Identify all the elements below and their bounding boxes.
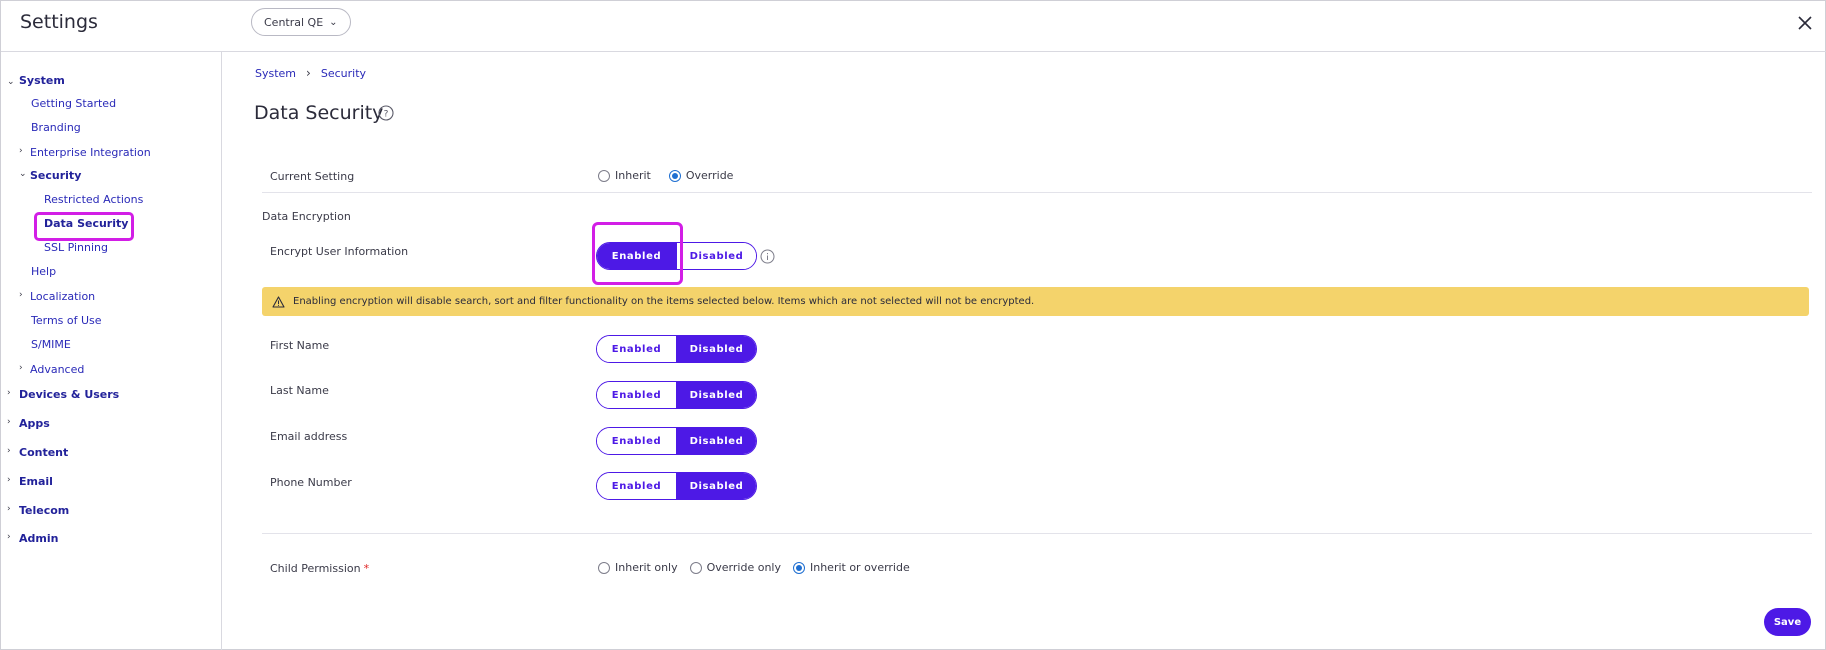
- chevron-right-icon[interactable]: ›: [7, 532, 11, 542]
- warning-icon: [272, 295, 285, 308]
- breadcrumb-security[interactable]: Security: [321, 67, 366, 80]
- sidebar-item-email[interactable]: Email: [19, 475, 53, 488]
- radio-override-only-dot[interactable]: [689, 561, 702, 574]
- sidebar: ⌄ System Getting Started Branding › Ente…: [1, 52, 222, 650]
- current-setting-radio-group: Inherit Override: [598, 169, 733, 182]
- first-name-disabled-button[interactable]: Disabled: [676, 336, 756, 362]
- radio-inherit-only[interactable]: Inherit only: [598, 561, 678, 574]
- field-label-first-name: First Name: [270, 339, 330, 352]
- sidebar-item-branding[interactable]: Branding: [31, 121, 81, 134]
- sidebar-item-ssl-pinning[interactable]: SSL Pinning: [44, 241, 108, 254]
- last-name-toggle: Enabled Disabled: [596, 381, 757, 409]
- field-label-phone-number: Phone Number: [270, 476, 352, 489]
- sidebar-item-apps[interactable]: Apps: [19, 417, 50, 430]
- chevron-down-icon: ⌄: [329, 16, 338, 28]
- first-name-enabled-button[interactable]: Enabled: [597, 336, 676, 362]
- radio-inherit-label: Inherit: [615, 169, 651, 182]
- radio-inherit-only-dot[interactable]: [598, 561, 610, 574]
- encrypt-user-info-label: Encrypt User Information: [270, 245, 409, 258]
- chevron-down-icon[interactable]: ⌄: [19, 169, 27, 179]
- chevron-right-icon[interactable]: ›: [19, 290, 23, 300]
- sidebar-item-advanced[interactable]: Advanced: [30, 363, 84, 376]
- radio-inherit-or-override[interactable]: Inherit or override: [792, 561, 910, 574]
- org-selector[interactable]: Central QE ⌄: [251, 8, 351, 36]
- last-name-enabled-button[interactable]: Enabled: [597, 382, 676, 408]
- encryption-warning-banner: Enabling encryption will disable search,…: [262, 287, 1809, 316]
- radio-inherit-dot[interactable]: [598, 169, 610, 182]
- help-icon[interactable]: ?: [378, 105, 394, 121]
- sidebar-item-terms-of-use[interactable]: Terms of Use: [31, 314, 102, 327]
- radio-inherit-or-override-dot[interactable]: [792, 561, 805, 574]
- close-icon[interactable]: [1793, 11, 1817, 35]
- sidebar-item-restricted-actions[interactable]: Restricted Actions: [44, 193, 143, 206]
- chevron-right-icon[interactable]: ›: [7, 504, 11, 514]
- field-label-last-name: Last Name: [270, 384, 329, 397]
- svg-text:?: ?: [384, 110, 389, 120]
- radio-override-only-label: Override only: [706, 561, 781, 574]
- save-button[interactable]: Save: [1764, 608, 1811, 636]
- email-address-disabled-button[interactable]: Disabled: [676, 428, 756, 454]
- app-title: Settings: [20, 11, 98, 33]
- settings-window: Settings Central QE ⌄ ⌄ System Getting S…: [0, 0, 1826, 650]
- info-icon[interactable]: [760, 249, 775, 264]
- sidebar-item-localization[interactable]: Localization: [30, 290, 95, 303]
- encrypt-highlight: [592, 222, 683, 285]
- encrypt-disabled-button[interactable]: Disabled: [676, 243, 756, 269]
- first-name-toggle: Enabled Disabled: [596, 335, 757, 363]
- email-address-enabled-button[interactable]: Enabled: [597, 428, 676, 454]
- chevron-right-icon[interactable]: ›: [7, 388, 11, 398]
- divider: [262, 533, 1812, 534]
- sidebar-item-content[interactable]: Content: [19, 446, 68, 459]
- phone-number-toggle: Enabled Disabled: [596, 472, 757, 500]
- breadcrumb-system[interactable]: System: [255, 67, 296, 80]
- radio-override-label: Override: [685, 169, 734, 182]
- radio-override-only[interactable]: Override only: [689, 561, 781, 574]
- radio-override-dot[interactable]: [668, 169, 681, 182]
- sidebar-item-telecom[interactable]: Telecom: [19, 504, 69, 517]
- phone-number-enabled-button[interactable]: Enabled: [597, 473, 676, 499]
- page-title: Data Security: [254, 102, 384, 124]
- radio-inherit-or-override-label: Inherit or override: [809, 561, 910, 574]
- org-selector-label: Central QE: [264, 15, 324, 29]
- main-content: System › Security Data Security ? Curren…: [223, 52, 1826, 650]
- sidebar-item-admin[interactable]: Admin: [19, 532, 58, 545]
- radio-override[interactable]: Override: [668, 169, 734, 182]
- sidebar-item-security[interactable]: Security: [30, 169, 81, 182]
- required-mark: *: [363, 562, 370, 575]
- child-permission-label: Child Permission *: [270, 562, 369, 575]
- child-permission-label-text: Child Permission: [270, 562, 361, 575]
- chevron-right-icon[interactable]: ›: [19, 146, 23, 156]
- sidebar-item-enterprise-integration[interactable]: Enterprise Integration: [30, 146, 151, 159]
- sidebar-item-getting-started[interactable]: Getting Started: [31, 97, 116, 110]
- sidebar-item-system[interactable]: System: [19, 74, 65, 87]
- radio-inherit[interactable]: Inherit: [598, 169, 651, 182]
- sidebar-item-help[interactable]: Help: [31, 265, 56, 278]
- warning-text: Enabling encryption will disable search,…: [293, 296, 1035, 307]
- current-setting-label: Current Setting: [270, 170, 355, 183]
- chevron-right-icon[interactable]: ›: [19, 363, 23, 373]
- email-address-toggle: Enabled Disabled: [596, 427, 757, 455]
- last-name-disabled-button[interactable]: Disabled: [676, 382, 756, 408]
- chevron-right-icon: ›: [306, 66, 311, 80]
- child-permission-radio-group: Inherit only Override only Inherit or ov…: [598, 561, 910, 574]
- sidebar-item-data-security[interactable]: Data Security: [44, 217, 128, 230]
- chevron-down-icon[interactable]: ⌄: [7, 77, 15, 87]
- chevron-right-icon[interactable]: ›: [7, 446, 11, 456]
- field-label-email-address: Email address: [270, 430, 348, 443]
- sidebar-item-devices-users[interactable]: Devices & Users: [19, 388, 119, 401]
- sidebar-item-smime[interactable]: S/MIME: [31, 338, 71, 351]
- radio-inherit-only-label: Inherit only: [615, 561, 678, 574]
- phone-number-disabled-button[interactable]: Disabled: [676, 473, 756, 499]
- breadcrumb: System › Security: [255, 66, 366, 80]
- divider: [262, 192, 1812, 193]
- data-encryption-heading: Data Encryption: [262, 210, 351, 223]
- top-bar: Settings Central QE ⌄: [1, 1, 1826, 52]
- chevron-right-icon[interactable]: ›: [7, 475, 11, 485]
- chevron-right-icon[interactable]: ›: [7, 417, 11, 427]
